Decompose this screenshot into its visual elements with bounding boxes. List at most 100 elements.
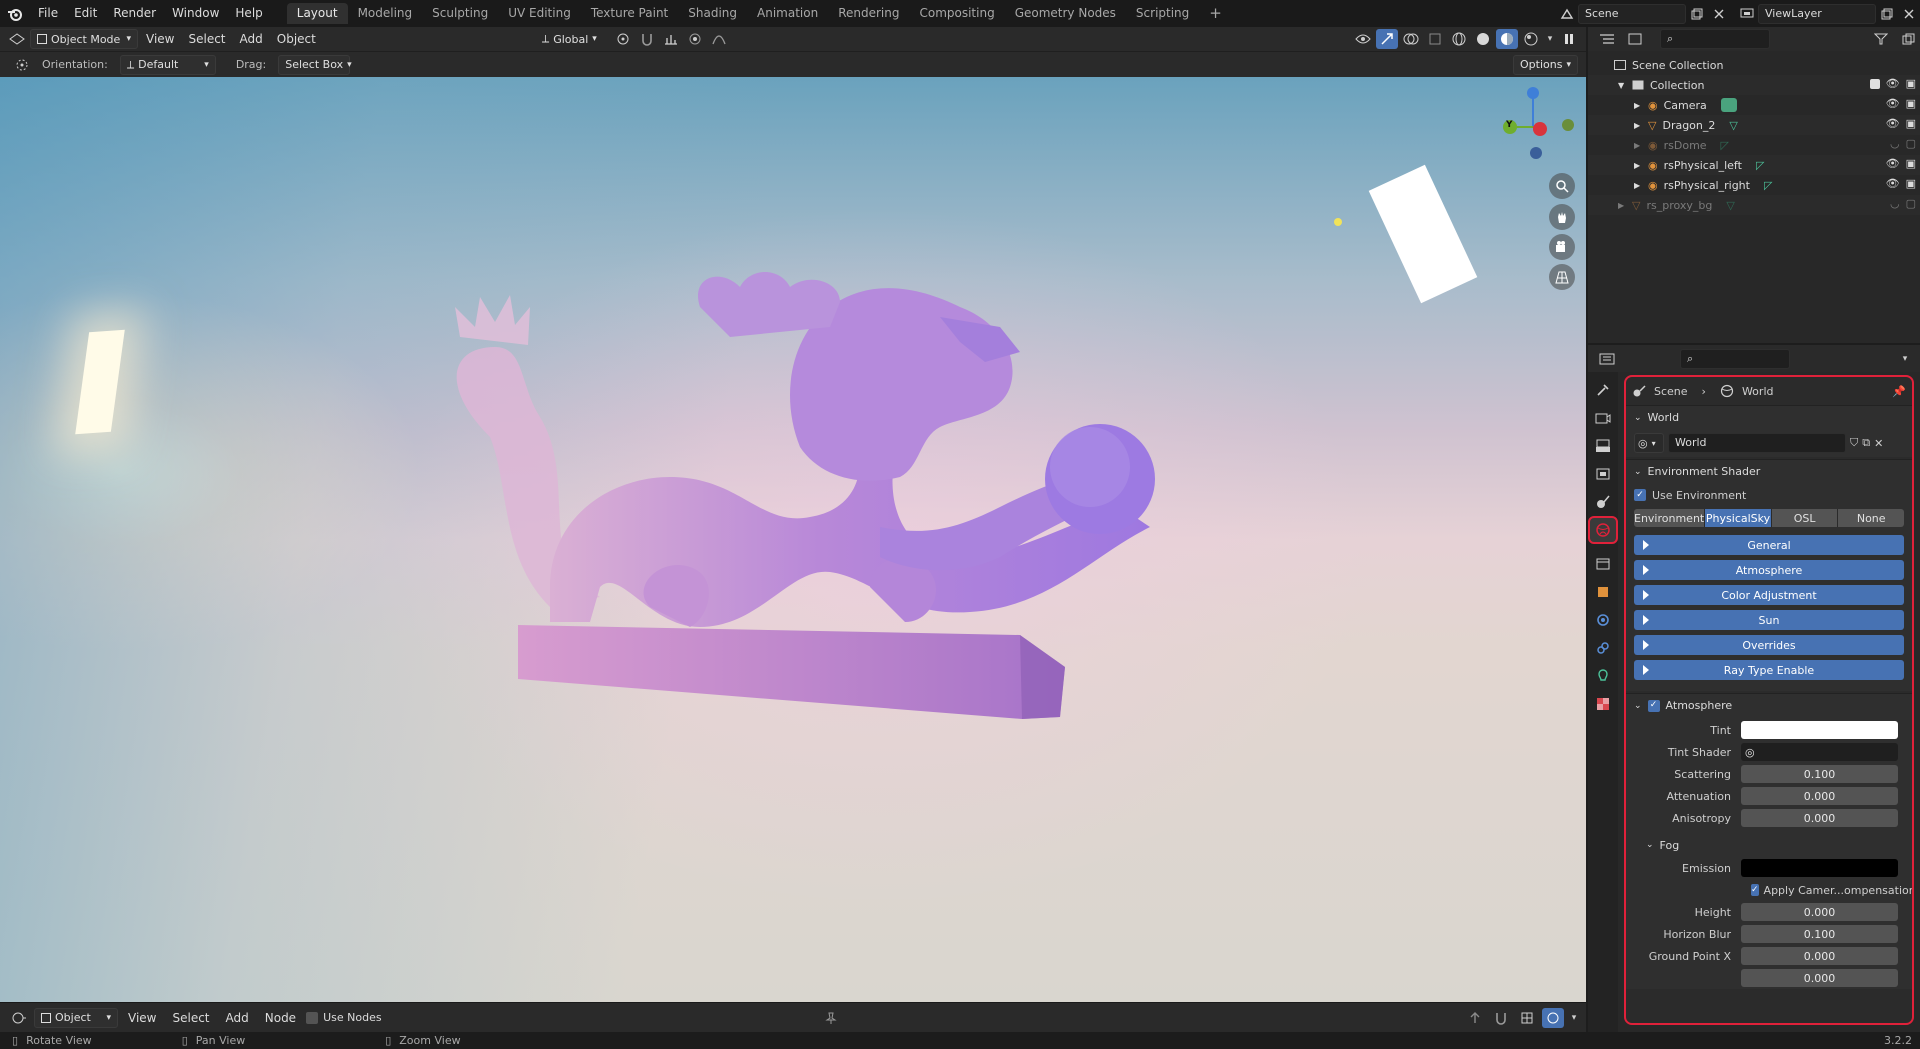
camera-view-icon[interactable] bbox=[1549, 234, 1575, 260]
subpanel-overrides[interactable]: Overrides bbox=[1634, 635, 1904, 655]
render-camera-icon[interactable]: ▢ bbox=[1906, 137, 1916, 150]
outliner-item-dragon[interactable]: ▶ ▽ Dragon_2 ▽ 👁 ▣ bbox=[1588, 115, 1920, 135]
collection-row[interactable]: ▼ Collection 👁 ▣ bbox=[1588, 75, 1920, 95]
tab-geometry-nodes[interactable]: Geometry Nodes bbox=[1005, 3, 1126, 24]
ground-point-x-field[interactable]: 0.000 bbox=[1741, 947, 1898, 965]
expand-arrow-icon[interactable]: ▶ bbox=[1634, 141, 1644, 150]
render-camera-icon[interactable]: ▣ bbox=[1906, 117, 1916, 130]
eye-closed-icon[interactable]: ◡ bbox=[1890, 197, 1900, 210]
falloff-icon[interactable] bbox=[708, 29, 730, 49]
eye-icon[interactable]: 👁 bbox=[1886, 157, 1900, 170]
pin-icon[interactable] bbox=[820, 1008, 842, 1028]
outliner-item-camera[interactable]: ▶ ◉ Camera 👁 ▣ bbox=[1588, 95, 1920, 115]
tab-output-icon[interactable] bbox=[1588, 432, 1618, 460]
gizmo-toggle-icon[interactable] bbox=[1376, 29, 1398, 49]
shader-type-dropdown[interactable]: Object ▾ bbox=[34, 1007, 118, 1028]
breadcrumb-world[interactable]: World bbox=[1742, 385, 1774, 398]
object-mode-dropdown[interactable]: Object Mode ▾ bbox=[30, 29, 138, 49]
outliner-item-rs-proxy-bg[interactable]: ▶ ▽ rs_proxy_bg ▽ ◡ ▢ bbox=[1588, 195, 1920, 215]
tab-render-icon[interactable] bbox=[1588, 404, 1618, 432]
tab-view-layer-icon[interactable] bbox=[1588, 460, 1618, 488]
tint-color-swatch[interactable] bbox=[1741, 721, 1898, 739]
tab-layout[interactable]: Layout bbox=[286, 3, 348, 24]
menu-render[interactable]: Render bbox=[105, 0, 164, 27]
pivot-icon[interactable] bbox=[612, 29, 634, 49]
add-workspace-button[interactable]: + bbox=[1199, 3, 1232, 24]
transform-orientation-dropdown[interactable]: ⟂ Global ▾ bbox=[536, 29, 610, 49]
attenuation-field[interactable]: 0.000 bbox=[1741, 787, 1898, 805]
subpanel-ray-type-enable[interactable]: Ray Type Enable bbox=[1634, 660, 1904, 680]
light-origin-dot[interactable] bbox=[1334, 218, 1342, 226]
tab-animation[interactable]: Animation bbox=[747, 3, 828, 24]
exclude-checkbox[interactable] bbox=[1869, 78, 1880, 89]
node-menu-node[interactable]: Node bbox=[259, 1011, 302, 1025]
editor-type-icon[interactable] bbox=[6, 29, 28, 49]
tab-tool-icon[interactable] bbox=[1588, 376, 1618, 404]
orientation-dropdown[interactable]: ⟂ Default ▾ bbox=[119, 54, 216, 75]
tab-scene-icon[interactable] bbox=[1588, 488, 1618, 516]
expand-arrow-icon[interactable]: ▶ bbox=[1634, 101, 1644, 110]
snap-increment-icon[interactable] bbox=[660, 29, 682, 49]
overlays-icon[interactable] bbox=[1400, 29, 1422, 49]
scene-icon[interactable] bbox=[1556, 4, 1578, 24]
atmosphere-panel-header[interactable]: ⌄ ✓ Atmosphere bbox=[1626, 693, 1912, 717]
view-layer-selector[interactable]: ViewLayer bbox=[1758, 3, 1876, 24]
tab-constraints-icon[interactable] bbox=[1588, 634, 1618, 662]
node-menu-add[interactable]: Add bbox=[220, 1011, 255, 1025]
expand-arrow-icon[interactable]: ▼ bbox=[1618, 81, 1628, 90]
tab-modeling[interactable]: Modeling bbox=[348, 3, 423, 24]
material-shading-icon[interactable] bbox=[1496, 29, 1518, 49]
editor-type-icon[interactable] bbox=[8, 1008, 30, 1028]
tab-texture-icon[interactable] bbox=[1588, 690, 1618, 718]
tab-rendering[interactable]: Rendering bbox=[828, 3, 909, 24]
expand-arrow-icon[interactable]: ▶ bbox=[1634, 121, 1644, 130]
shader-option-osl[interactable]: OSL bbox=[1770, 509, 1838, 527]
horizon-blur-field[interactable]: 0.100 bbox=[1741, 925, 1898, 943]
node-snap-icon[interactable] bbox=[1490, 1008, 1512, 1028]
properties-search-input[interactable]: ⌕ bbox=[1680, 348, 1790, 369]
outliner-editor-type-icon[interactable] bbox=[1596, 29, 1618, 49]
subpanel-sun[interactable]: Sun bbox=[1634, 610, 1904, 630]
shading-options-chevron-icon[interactable]: ▾ bbox=[1544, 29, 1556, 49]
fake-user-shield-icon[interactable]: ⛉ bbox=[1850, 436, 1858, 450]
render-camera-icon[interactable]: ▣ bbox=[1906, 97, 1916, 110]
render-camera-icon[interactable]: ▢ bbox=[1906, 197, 1916, 210]
node-menu-select[interactable]: Select bbox=[166, 1011, 215, 1025]
eye-icon[interactable]: 👁 bbox=[1886, 97, 1900, 110]
outliner-item-rsphysical-right[interactable]: ▶ ◉ rsPhysical_right ◸ 👁 ▣ bbox=[1588, 175, 1920, 195]
environment-shader-panel-header[interactable]: ⌄ Environment Shader bbox=[1626, 459, 1912, 483]
subpanel-general[interactable]: General bbox=[1634, 535, 1904, 555]
proportional-edit-icon[interactable] bbox=[684, 29, 706, 49]
pause-render-icon[interactable] bbox=[1558, 29, 1580, 49]
render-camera-icon[interactable]: ▣ bbox=[1906, 177, 1916, 190]
use-environment-checkbox[interactable]: ✓ bbox=[1634, 489, 1646, 501]
tab-modifier-icon[interactable] bbox=[1588, 606, 1618, 634]
pan-hand-icon[interactable] bbox=[1549, 204, 1575, 230]
blender-logo-icon[interactable] bbox=[0, 6, 30, 22]
apply-camera-compensation-checkbox[interactable]: ✓ bbox=[1751, 884, 1759, 896]
menu-file[interactable]: File bbox=[30, 0, 66, 27]
outliner-item-rsdome[interactable]: ▶ ◉ rsDome ◸ ◡ ▢ bbox=[1588, 135, 1920, 155]
shader-option-environment[interactable]: Environment bbox=[1634, 509, 1705, 527]
emission-color-swatch[interactable] bbox=[1741, 859, 1898, 877]
3d-viewport[interactable]: Y bbox=[0, 77, 1586, 1002]
wireframe-shading-icon[interactable] bbox=[1448, 29, 1470, 49]
perspective-grid-icon[interactable] bbox=[1549, 264, 1575, 290]
new-collection-icon[interactable] bbox=[1898, 29, 1920, 49]
expand-arrow-icon[interactable]: ▶ bbox=[1618, 201, 1628, 210]
ground-point-y-field[interactable]: 0.000 bbox=[1741, 969, 1898, 987]
render-camera-icon[interactable]: ▣ bbox=[1906, 77, 1916, 90]
use-nodes-toggle[interactable]: Use Nodes bbox=[306, 1011, 382, 1024]
subpanel-color-adjustment[interactable]: Color Adjustment bbox=[1634, 585, 1904, 605]
anisotropy-field[interactable]: 0.000 bbox=[1741, 809, 1898, 827]
new-world-icon[interactable]: ⧉ bbox=[1862, 436, 1870, 450]
delete-view-layer-icon[interactable] bbox=[1898, 4, 1920, 24]
unlink-world-icon[interactable]: ✕ bbox=[1874, 437, 1883, 450]
xray-icon[interactable] bbox=[1424, 29, 1446, 49]
tab-sculpting[interactable]: Sculpting bbox=[422, 3, 498, 24]
atmosphere-enable-checkbox[interactable]: ✓ bbox=[1647, 699, 1660, 712]
scattering-field[interactable]: 0.100 bbox=[1741, 765, 1898, 783]
eye-icon[interactable]: 👁 bbox=[1886, 117, 1900, 130]
new-scene-icon[interactable] bbox=[1686, 4, 1708, 24]
use-nodes-checkbox[interactable] bbox=[306, 1011, 319, 1024]
